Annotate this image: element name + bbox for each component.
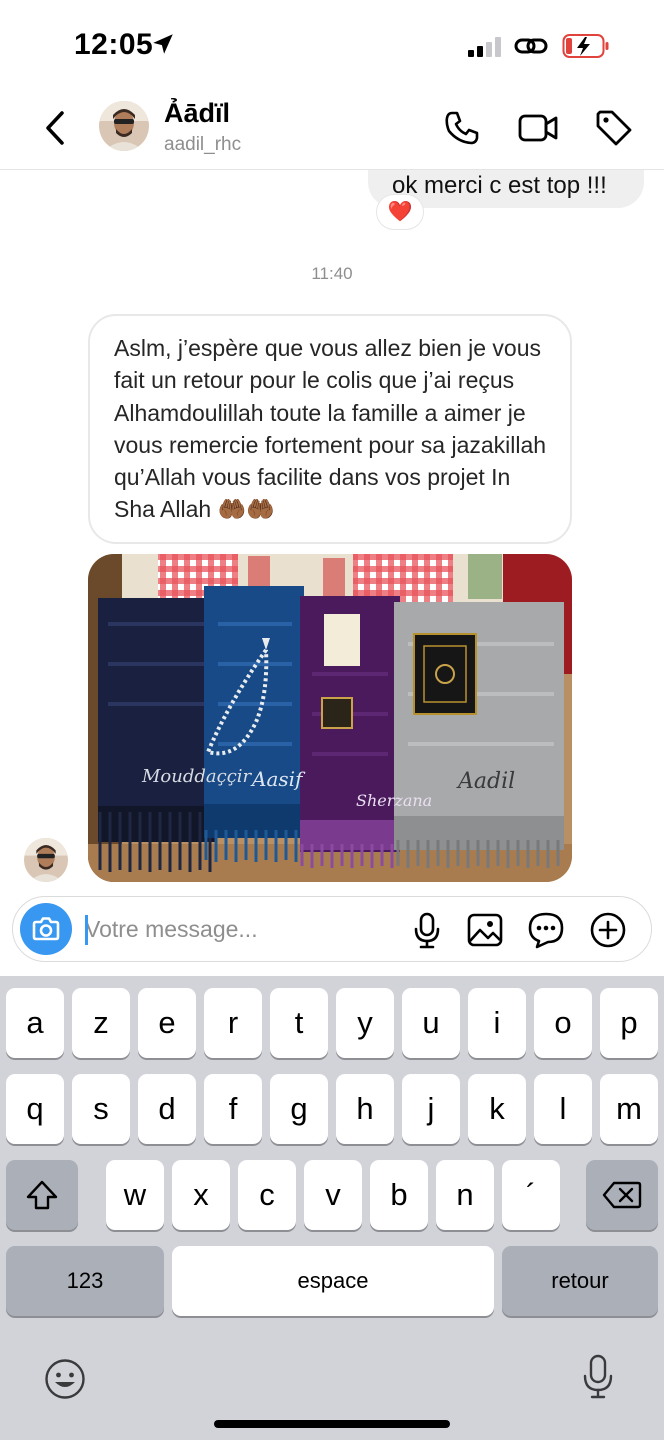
phone-icon[interactable] bbox=[442, 108, 482, 148]
rug-name-4: Aadil bbox=[456, 769, 515, 794]
camera-icon bbox=[32, 917, 60, 941]
key-k[interactable]: k bbox=[468, 1074, 526, 1144]
key-o[interactable]: o bbox=[534, 988, 592, 1058]
sender-avatar[interactable] bbox=[24, 838, 68, 882]
home-indicator[interactable] bbox=[214, 1420, 450, 1428]
video-camera-icon[interactable] bbox=[518, 108, 558, 148]
image-icon[interactable] bbox=[466, 911, 504, 949]
key-b[interactable]: b bbox=[370, 1160, 428, 1230]
key-w[interactable]: w bbox=[106, 1160, 164, 1230]
heart-reaction[interactable]: ❤️ bbox=[376, 194, 424, 230]
rug-name-2: Aasif bbox=[250, 767, 306, 791]
key-x[interactable]: x bbox=[172, 1160, 230, 1230]
key-f[interactable]: f bbox=[204, 1074, 262, 1144]
outgoing-message-text: ok merci c est top !!! bbox=[392, 172, 607, 199]
key-y[interactable]: y bbox=[336, 988, 394, 1058]
key-t[interactable]: t bbox=[270, 988, 328, 1058]
rug-name-1: Mouddaççir bbox=[141, 766, 253, 787]
personal-hotspot-icon bbox=[514, 38, 548, 54]
key-g[interactable]: g bbox=[270, 1074, 328, 1144]
key-a[interactable]: a bbox=[6, 988, 64, 1058]
space-key[interactable]: espace bbox=[172, 1246, 494, 1316]
sticker-icon[interactable] bbox=[527, 911, 565, 949]
dictation-icon[interactable] bbox=[582, 1354, 614, 1400]
plus-circle-icon[interactable] bbox=[589, 911, 627, 949]
camera-button[interactable] bbox=[20, 903, 72, 955]
backspace-icon bbox=[602, 1181, 642, 1209]
incoming-photo[interactable]: Mouddaççir Aasif Sherzana Aadil bbox=[88, 554, 572, 882]
key-z[interactable]: z bbox=[72, 988, 130, 1058]
key-m[interactable]: m bbox=[600, 1074, 658, 1144]
key-d[interactable]: d bbox=[138, 1074, 196, 1144]
return-key[interactable]: retour bbox=[502, 1246, 658, 1316]
key-p[interactable]: p bbox=[600, 988, 658, 1058]
shift-icon bbox=[26, 1180, 58, 1210]
contact-name[interactable]: Ảādïl bbox=[164, 98, 230, 129]
key-c[interactable]: c bbox=[238, 1160, 296, 1230]
incoming-message-bubble[interactable]: Aslm, j’espère que vous allez bien je vo… bbox=[88, 314, 572, 544]
rug-name-3: Sherzana bbox=[356, 791, 432, 810]
key-l[interactable]: l bbox=[534, 1074, 592, 1144]
key-h[interactable]: h bbox=[336, 1074, 394, 1144]
avatar[interactable] bbox=[99, 101, 149, 151]
message-composer bbox=[12, 896, 652, 962]
delete-key[interactable] bbox=[586, 1160, 658, 1230]
key-n[interactable]: n bbox=[436, 1160, 494, 1230]
status-bar: 12:05 bbox=[0, 0, 664, 92]
battery-icon bbox=[562, 34, 609, 58]
key-s[interactable]: s bbox=[72, 1074, 130, 1144]
text-cursor bbox=[85, 915, 88, 945]
shift-key[interactable] bbox=[6, 1160, 78, 1230]
numbers-key[interactable]: 123 bbox=[6, 1246, 164, 1316]
key-i[interactable]: i bbox=[468, 988, 526, 1058]
microphone-icon[interactable] bbox=[408, 911, 446, 949]
key-j[interactable]: j bbox=[402, 1074, 460, 1144]
status-time: 12:05 bbox=[74, 28, 154, 61]
key-accent[interactable]: ´ bbox=[502, 1160, 560, 1230]
contact-handle[interactable]: aadil_rhc bbox=[164, 134, 241, 156]
incoming-message-text: Aslm, j’espère que vous allez bien je vo… bbox=[114, 335, 547, 523]
emoji-icon[interactable] bbox=[44, 1358, 86, 1400]
message-timestamp: 11:40 bbox=[311, 264, 353, 283]
location-arrow-icon bbox=[153, 34, 173, 54]
key-r[interactable]: r bbox=[204, 988, 262, 1058]
chevron-left-icon[interactable] bbox=[40, 108, 72, 148]
key-u[interactable]: u bbox=[402, 988, 460, 1058]
message-input[interactable] bbox=[85, 907, 385, 951]
key-q[interactable]: q bbox=[6, 1074, 64, 1144]
cellular-signal-icon bbox=[468, 37, 501, 57]
key-e[interactable]: e bbox=[138, 988, 196, 1058]
chat-header: Ảādïl aadil_rhc bbox=[0, 92, 664, 170]
message-thread[interactable]: ok merci c est top !!! ❤️ 11:40 Aslm, j’… bbox=[0, 170, 664, 896]
tag-icon[interactable] bbox=[594, 108, 634, 148]
keyboard: a z e r t y u i o p q s d f g h j k l m … bbox=[0, 976, 664, 1440]
key-v[interactable]: v bbox=[304, 1160, 362, 1230]
